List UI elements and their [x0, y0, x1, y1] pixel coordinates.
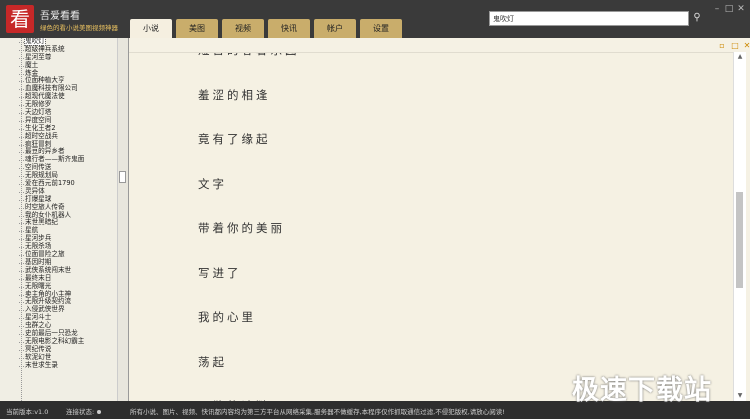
list-item[interactable]: 末世求生录: [3, 360, 117, 370]
tab-video[interactable]: 视频: [222, 19, 264, 38]
tab-novel[interactable]: 小说: [130, 19, 172, 38]
list-item-label: 史前最后一只恐龙: [25, 328, 78, 337]
reader-close-icon[interactable]: ✕: [742, 41, 750, 51]
list-item[interactable]: 超级神兵系统: [3, 44, 117, 54]
reader-scroll-thumb[interactable]: [736, 192, 743, 288]
reader-minimize-icon[interactable]: ▫: [717, 41, 727, 51]
list-item-label: 打爆星球: [25, 194, 52, 203]
list-item[interactable]: 爱在西元前1790: [3, 179, 117, 188]
list-item[interactable]: 星河至尊: [3, 52, 117, 62]
list-item[interactable]: 超时空战兵: [3, 131, 117, 141]
search-box: [489, 11, 689, 26]
text-line: 羞涩的相逢: [198, 87, 271, 102]
app-title: 吾爱看看: [40, 11, 80, 22]
reader-scrollbar[interactable]: ▲ ▼: [733, 52, 746, 401]
reader-panel: ▫ □ ✕ 短暂的春暮乐园羞涩的相逢竟有了缘起文字带着你的美丽写进了我的心里荡起…: [129, 38, 750, 402]
scroll-up-icon[interactable]: ▲: [735, 52, 745, 62]
list-item[interactable]: 无限电影之科幻霸主: [3, 336, 117, 346]
list-item[interactable]: 软泥幻世: [3, 352, 117, 362]
scroll-down-icon[interactable]: ▼: [735, 391, 745, 401]
text-line: 文字: [198, 176, 227, 191]
text-line: 竟有了缘起: [198, 132, 271, 146]
list-item[interactable]: 位面冒险之旅: [3, 250, 117, 259]
list-item[interactable]: 无限修罗: [3, 100, 117, 109]
list-item-label: 基因时期: [25, 257, 52, 266]
list-item[interactable]: 星河步兵: [3, 234, 117, 243]
list-item-label: 无限杀场: [25, 242, 52, 251]
list-item[interactable]: 冥纪传说: [3, 344, 117, 354]
connection-status: 连接状态:: [66, 406, 102, 416]
tab-account[interactable]: 帐户: [314, 19, 356, 38]
list-item-label: 爱在西元前1790: [25, 179, 75, 188]
list-item-label: 软泥幻世: [25, 352, 52, 361]
tab-settings[interactable]: 设置: [360, 19, 402, 38]
reading-page: 短暂的春暮乐园羞涩的相逢竟有了缘起文字带着你的美丽写进了我的心里荡起不散的涟漪: [129, 52, 733, 402]
list-item[interactable]: 超现代魔法使: [3, 92, 117, 101]
list-item-label: 无限电影之科幻霸主: [25, 336, 85, 345]
text-line: 写进了: [198, 265, 242, 280]
app-subtitle: 绿色的看小说美图视频神器: [40, 24, 118, 32]
list-item-label: 天边灯塔: [25, 108, 52, 117]
list-item[interactable]: 魔土: [3, 60, 117, 70]
list-item-label: 位面冒险之旅: [25, 250, 65, 259]
sidebar-scroll-thumb[interactable]: [119, 171, 126, 183]
list-item-label: 超时空战兵: [25, 131, 58, 140]
list-item[interactable]: 灵异体: [3, 186, 117, 196]
list-item-label: 生化王者2: [25, 123, 56, 132]
connection-label: 连接状态:: [66, 408, 95, 416]
list-item-label: 无限曙光: [25, 281, 52, 290]
list-item[interactable]: 我的女仆机器人: [3, 211, 117, 220]
search-icon[interactable]: ⚲: [691, 12, 703, 24]
close-button[interactable]: ✕: [735, 3, 747, 15]
title-bar: 看 吾爱看看 绿色的看小说美图视频神器 小说 美图 视频 快讯 帐户 设置 ⚲ …: [0, 0, 750, 38]
novel-tree: 鬼吹灯 超级神兵系统 星河至尊 魔土 炼金 位面种植大亨 血魔科技有限公司 超现代魔法使 无限修…: [3, 38, 117, 401]
novel-list-sidebar: 鬼吹灯 超级神兵系统 星河至尊 魔土 炼金 位面种植大亨 血魔科技有限公司 超现代魔法使 无限修…: [0, 38, 129, 401]
list-item[interactable]: 入侵武侠世界: [3, 305, 117, 314]
list-item-label: 魔土: [25, 60, 39, 69]
maximize-button[interactable]: □: [723, 3, 735, 15]
list-item[interactable]: 异度空间: [3, 115, 117, 125]
minimize-button[interactable]: –: [711, 3, 723, 15]
connection-dot-icon: [97, 410, 102, 414]
list-item-label: 异度空间: [25, 115, 52, 124]
list-item-label: 武侠系统闯末世: [25, 265, 72, 274]
list-item-label: 最终末日: [25, 273, 52, 282]
text-line: 我的心里: [198, 310, 256, 324]
list-item[interactable]: 魂行者——斯齐鬼面: [3, 155, 117, 164]
list-item[interactable]: 最终末日: [3, 273, 117, 283]
list-item-label: 星河斗士: [25, 313, 52, 322]
list-item[interactable]: 生化王者2: [3, 123, 117, 133]
list-item-label: 冥纪传说: [25, 344, 52, 353]
list-item-label: 超级神兵系统: [25, 44, 65, 53]
list-item[interactable]: 空间传送: [3, 163, 117, 172]
main-tabs: 小说 美图 视频 快讯 帐户 设置: [130, 19, 406, 38]
tab-news[interactable]: 快讯: [268, 19, 310, 38]
tab-images[interactable]: 美图: [176, 19, 218, 38]
notice-text: 所有小说、图片、视频、快讯都内容均为第三方平台从网络采集,服务器不做缓存,本程序…: [130, 408, 505, 416]
list-item[interactable]: 星航: [3, 226, 117, 235]
text-line: 短暂的春暮乐园: [129, 53, 733, 73]
sidebar-scrollbar[interactable]: [117, 38, 128, 401]
list-item-label: 星河至尊: [25, 52, 52, 61]
list-item-label: 无限修罗: [25, 100, 52, 109]
reader-restore-icon[interactable]: □: [730, 41, 740, 51]
search-input[interactable]: [490, 12, 681, 25]
watermark-logo: 极速下载站: [572, 375, 712, 406]
list-item[interactable]: 末世黑暗纪: [3, 219, 117, 227]
list-item[interactable]: 星河斗士: [3, 313, 117, 322]
list-item-label: 虫群之心: [25, 321, 52, 330]
list-item-label: 灵异体: [25, 186, 45, 195]
list-item[interactable]: 天边灯塔: [3, 108, 117, 117]
list-item[interactable]: 武侠系统闯末世: [3, 265, 117, 275]
version-text: 当前版本:v1.0: [6, 408, 49, 416]
list-item-label: 无限规划局: [25, 171, 58, 180]
text-line: 带着你的美丽: [198, 221, 285, 235]
list-item-label: 末世求生录: [25, 360, 58, 369]
app-logo: 看: [6, 5, 34, 33]
list-item-label: 时空旅人传奇: [25, 202, 65, 211]
